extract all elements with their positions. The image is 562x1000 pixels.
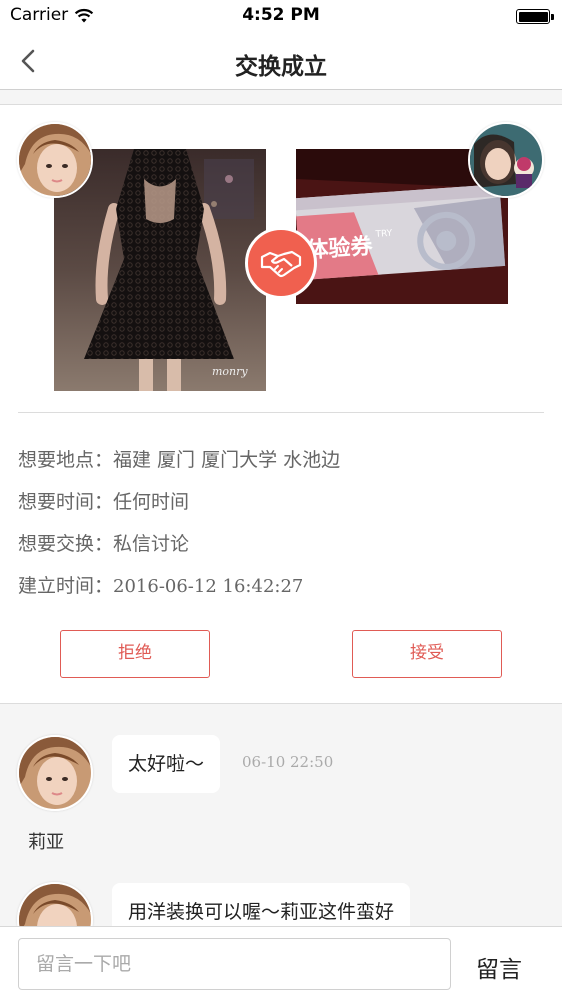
- detail-value: 2016-06-12 16:42:27: [113, 576, 304, 597]
- message-time: 06-10 22:50: [242, 753, 334, 771]
- swap-badge: [245, 227, 317, 299]
- status-bar: Carrier 4:52 PM: [0, 0, 562, 32]
- detail-label: 建立时间：: [18, 575, 114, 597]
- card-divider: [18, 412, 544, 413]
- send-button[interactable]: 留言: [476, 950, 522, 984]
- detail-label: 想要地点：: [18, 449, 114, 471]
- reject-button[interactable]: 拒绝: [60, 630, 210, 678]
- chat-avatar[interactable]: [17, 735, 93, 811]
- detail-label: 想要交换：: [18, 533, 114, 555]
- detail-location: 想要地点：福建 厦门 厦门大学 水池边: [18, 445, 340, 472]
- status-time: 4:52 PM: [242, 5, 320, 25]
- message-sender: 莉亚: [28, 832, 64, 853]
- right-user-avatar[interactable]: [468, 122, 544, 198]
- page-title: 交换成立: [235, 54, 327, 80]
- item-watermark: monry: [212, 365, 248, 378]
- chat-avatar[interactable]: [17, 882, 93, 926]
- message-bubble: 用洋装换可以喔～莉亚这件蛮好: [112, 883, 411, 926]
- handshake-icon: [260, 250, 302, 278]
- left-item-image[interactable]: monry: [54, 149, 266, 391]
- composer-bar: 留言: [0, 926, 562, 1000]
- detail-value: 任何时间: [113, 491, 190, 513]
- voucher-sup: TRY: [374, 229, 393, 240]
- left-user-avatar[interactable]: [17, 122, 93, 198]
- accept-button[interactable]: 接受: [352, 630, 502, 678]
- chat-list: 太好啦～ 06-10 22:50 莉亚 用洋装换可以喔～莉亚这件蛮好: [0, 704, 562, 926]
- detail-time: 想要时间：任何时间: [18, 487, 189, 514]
- detail-exchange: 想要交换：私信讨论: [18, 529, 189, 556]
- message-bubble: 太好啦～: [112, 735, 221, 793]
- detail-value: 私信讨论: [113, 533, 190, 555]
- exchange-card: monry 体验券 TRY 想要地点：福建 厦门 厦门大学 水池边 想要时间：任…: [0, 104, 562, 704]
- detail-label: 想要时间：: [18, 491, 114, 513]
- battery-icon: [516, 9, 554, 24]
- detail-created: 建立时间：2016-06-12 16:42:27: [18, 571, 303, 598]
- comment-input[interactable]: [18, 938, 451, 990]
- nav-bar: 交换成立: [0, 32, 562, 90]
- detail-value: 福建 厦门 厦门大学 水池边: [113, 449, 341, 471]
